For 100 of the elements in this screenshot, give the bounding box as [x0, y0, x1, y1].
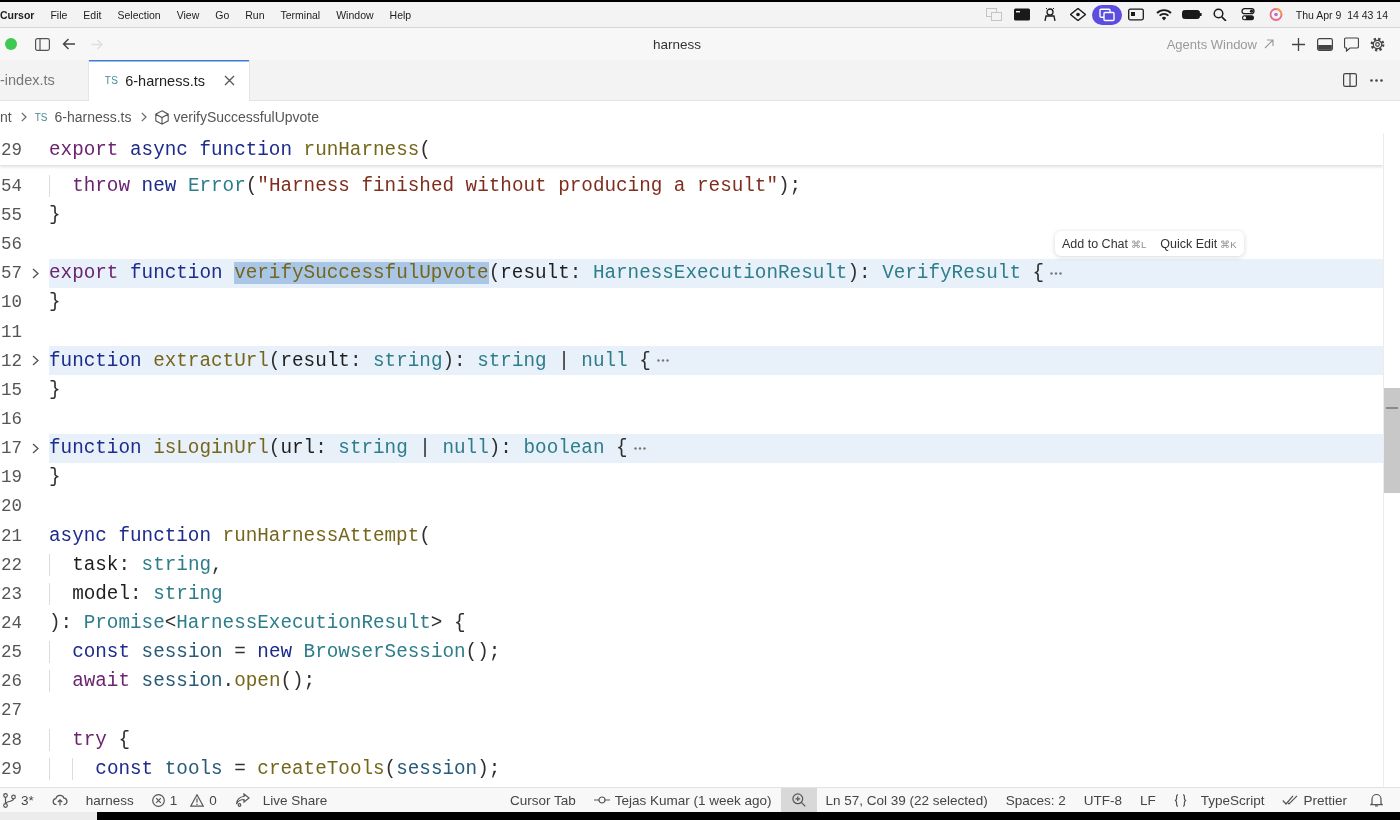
toggle-switches-icon[interactable] [1239, 8, 1256, 21]
warning-icon [190, 793, 205, 807]
line-number: 28 [0, 729, 22, 750]
live-share-button[interactable]: Live Share [225, 788, 337, 812]
menu-item[interactable]: Terminal [272, 8, 329, 21]
line-number: 25 [0, 642, 22, 663]
window-icon[interactable] [1013, 8, 1030, 21]
chevron-right-icon [20, 112, 27, 122]
back-arrow-icon[interactable] [62, 38, 76, 50]
diamond-icon[interactable] [1069, 8, 1086, 21]
status-item[interactable]: LF [1130, 788, 1165, 812]
settings-icon[interactable] [1370, 36, 1385, 52]
code-line: await session.open(); [49, 669, 316, 694]
menu-bar-clock[interactable]: Thu Apr 9 14 43 14 [1289, 8, 1400, 21]
line-number: 17 [0, 438, 22, 459]
more-icon[interactable] [1370, 78, 1383, 82]
code-line: } [49, 290, 61, 315]
menu-item[interactable]: File [42, 8, 76, 21]
scrollbar-thumb[interactable] [1384, 388, 1400, 493]
status-item[interactable]: Ln 57, Col 39 (22 selected) [816, 788, 997, 812]
code-line: task: string, [49, 552, 223, 577]
cloud-upload-icon[interactable] [51, 794, 68, 806]
editor-tab[interactable]: TS 6-harness.ts [88, 60, 250, 101]
scrollbar-track[interactable] [1383, 133, 1400, 787]
plus-icon[interactable] [1292, 37, 1305, 51]
line-number: 12 [0, 350, 22, 371]
wifi-icon[interactable] [1155, 8, 1172, 21]
line-number: 55 [0, 205, 22, 226]
code-line: model: string [49, 581, 223, 606]
zoom-in-icon[interactable] [791, 793, 806, 807]
figure-icon[interactable] [1041, 8, 1058, 21]
line-number: 26 [0, 671, 22, 692]
line-number: 10 [0, 292, 22, 313]
problems-button[interactable]: 1 0 [142, 788, 226, 812]
ellipsis-icon[interactable] [633, 446, 646, 450]
toolbar-action-button[interactable]: Add to Chat ⌘L [1062, 236, 1147, 251]
menu-item[interactable]: Go [207, 8, 238, 21]
code-line: function extractUrl(result: string): string | null { [49, 348, 651, 373]
double-check-icon [1282, 795, 1299, 805]
line-number: 54 [0, 175, 22, 196]
blame-button[interactable]: Tejas Kumar (1 week ago) [584, 788, 781, 812]
code-line: ): Promise<HarnessExecutionResult> { [49, 611, 466, 635]
panel-icon[interactable] [1317, 37, 1333, 51]
line-number: 15 [0, 379, 22, 400]
status-item[interactable]: Cursor Tab [500, 788, 585, 812]
split-editor-icon[interactable] [1343, 73, 1357, 87]
code-line: const tools = createTools(session); [49, 756, 501, 781]
branch-button[interactable]: 3* [0, 788, 43, 812]
battery-icon[interactable] [1181, 8, 1202, 21]
color-ring-icon[interactable] [1267, 8, 1284, 21]
app-menu[interactable]: Cursor [0, 8, 43, 21]
bell-icon[interactable] [1370, 793, 1383, 807]
menu-item[interactable]: Edit [75, 8, 110, 21]
menu-item[interactable]: Window [328, 8, 382, 21]
zoom-button[interactable] [780, 788, 817, 812]
breadcrumb-item[interactable]: TS 6-harness.ts [34, 109, 132, 125]
braces-icon [1173, 793, 1187, 807]
toolbar-action-button[interactable]: Quick Edit ⌘K [1160, 236, 1237, 251]
code-line: export function verifySuccessfulUpvote(result: HarnessExecutionResult): VerifyResult { [49, 261, 1045, 286]
code-line: } [49, 465, 61, 490]
chat-icon[interactable] [1344, 36, 1359, 52]
menu-item[interactable]: Selection [109, 8, 169, 21]
chevron-right-icon[interactable] [32, 267, 39, 279]
close-icon[interactable] [224, 75, 235, 86]
line-number: 29 [0, 139, 22, 160]
code-line: async function runHarnessAttempt( [49, 523, 431, 548]
line-number: 21 [0, 525, 22, 546]
status-item[interactable]: harness [76, 788, 143, 812]
code-line: } [49, 377, 61, 402]
cube-icon [154, 109, 169, 125]
line-number: 57 [0, 263, 22, 284]
line-number: 20 [0, 496, 22, 517]
ellipsis-icon[interactable] [1050, 271, 1063, 275]
formatter-button[interactable]: Prettier [1273, 788, 1356, 812]
code-line: const session = new BrowserSession(); [49, 640, 501, 665]
card-icon[interactable] [1127, 8, 1144, 21]
chevron-right-icon[interactable] [32, 442, 39, 454]
line-number: 16 [0, 409, 22, 429]
editor-tab[interactable]: -index.ts [0, 60, 89, 100]
line-number: 22 [0, 554, 22, 575]
window-title: harness [653, 36, 701, 52]
menu-item[interactable]: View [168, 8, 208, 21]
chevron-right-icon[interactable] [32, 355, 39, 367]
sidebar-icon[interactable] [35, 37, 50, 51]
language-button[interactable]: TypeScript [1164, 788, 1274, 812]
commit-icon [593, 796, 610, 804]
branch-icon [3, 792, 16, 808]
status-item[interactable]: Spaces: 2 [996, 788, 1075, 812]
status-item[interactable]: UTF-8 [1074, 788, 1131, 812]
ellipsis-icon[interactable] [656, 359, 669, 363]
menu-item[interactable]: Help [381, 8, 420, 21]
breadcrumb-item[interactable]: nt [0, 109, 12, 125]
code-line: try { [49, 727, 131, 752]
line-number: 29 [0, 758, 22, 779]
line-number: 24 [0, 613, 22, 633]
overlapping-windows-icon[interactable] [1091, 4, 1122, 25]
line-number: 11 [0, 321, 22, 342]
search-icon[interactable] [1211, 8, 1228, 21]
breadcrumb-item[interactable]: verifySuccessfulUpvote [154, 109, 320, 125]
menu-item[interactable]: Run [237, 8, 273, 21]
